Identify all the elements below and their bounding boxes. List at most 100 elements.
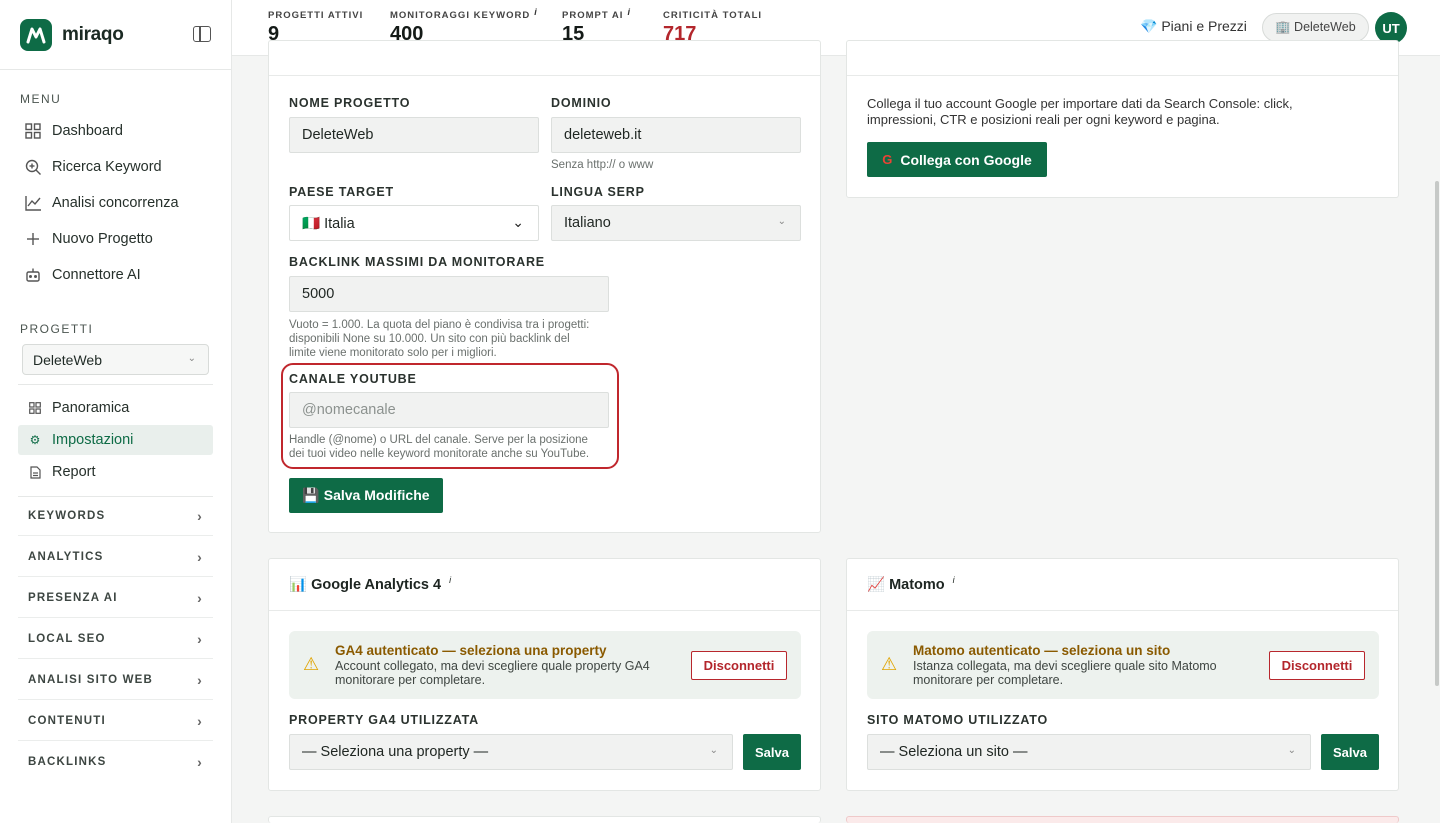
chevron-right-icon: › — [197, 590, 203, 606]
ga4-select-value: — Seleziona una property — — [302, 744, 489, 760]
ga4-alert-title: GA4 autenticato — seleziona una property — [335, 643, 607, 658]
info-icon[interactable]: i — [953, 575, 955, 585]
ga4-card-header: 📊 Google Analytics 4 i — [269, 559, 820, 611]
sidebar-item-dashboard[interactable]: Dashboard — [18, 115, 213, 147]
sidebar-group-analisi-sito-web[interactable]: ANALISI SITO WEB › — [18, 660, 213, 700]
description-line: impressioni, CTR e posizioni reali per o… — [867, 112, 1220, 127]
document-icon — [28, 465, 42, 479]
matomo-save-button[interactable]: Salva — [1321, 734, 1379, 770]
sidebar: miraqo MENU Dashboard Ricerca Keyword An… — [0, 0, 232, 823]
sidebar-item-label: Panoramica — [52, 400, 130, 416]
domain-input[interactable]: deleteweb.it — [551, 117, 801, 153]
brand: miraqo — [0, 0, 231, 70]
matomo-disconnect-button[interactable]: Disconnetti — [1269, 651, 1365, 680]
scrollbar[interactable] — [1434, 56, 1440, 823]
country-select[interactable]: 🇮🇹 Italia ⌄ — [289, 205, 539, 241]
menu-section-label: MENU — [20, 92, 62, 106]
name-label: NOME PROGETTO — [289, 96, 411, 110]
sidebar-item-label: Connettore AI — [52, 267, 141, 283]
chevron-right-icon: › — [197, 631, 203, 647]
plans-pricing-link[interactable]: 💎 Piani e Prezzi — [1140, 18, 1247, 35]
chevron-down-icon: ⌄ — [709, 745, 718, 756]
ga4-alert-text: Account collegato, ma devi scegliere qua… — [335, 659, 675, 687]
country-select-value: 🇮🇹 Italia — [302, 215, 355, 232]
grid-icon — [24, 122, 42, 140]
sidebar-item-impostazioni[interactable]: ⚙ Impostazioni — [18, 425, 213, 455]
plus-icon — [24, 230, 42, 248]
sidebar-item-panoramica[interactable]: Panoramica — [18, 393, 213, 423]
sidebar-group-label: CONTENUTI — [28, 714, 106, 727]
language-label: LINGUA SERP — [551, 185, 645, 199]
search-console-description: Collega il tuo account Google per import… — [867, 96, 1293, 128]
sidebar-group-label: ANALISI SITO WEB — [28, 673, 154, 686]
backlink-input[interactable]: 5000 — [289, 276, 609, 312]
projects-section-label: PROGETTI — [20, 322, 94, 336]
sidebar-group-contenuti[interactable]: CONTENUTI › — [18, 701, 213, 741]
matomo-card-header: 📈 Matomo i — [847, 559, 1398, 611]
matomo-card: 📈 Matomo i ⚠ Matomo autenticato — selezio… — [846, 558, 1399, 791]
chevron-down-icon: ⌄ — [512, 214, 524, 230]
sidebar-item-connettore-ai[interactable]: Connettore AI — [18, 259, 213, 291]
search-plus-icon — [24, 158, 42, 176]
chevron-right-icon: › — [197, 672, 203, 688]
info-icon[interactable]: i — [534, 7, 538, 17]
card-divider — [847, 75, 1398, 76]
google-icon: G — [882, 152, 893, 167]
sidebar-item-ricerca-keyword[interactable]: Ricerca Keyword — [18, 151, 213, 183]
info-icon[interactable]: i — [627, 7, 631, 17]
chevron-right-icon: › — [197, 508, 203, 524]
sidebar-group-analytics[interactable]: ANALYTICS › — [18, 537, 213, 577]
gear-icon: ⚙ — [29, 433, 41, 447]
warning-icon: ⚠ — [881, 654, 898, 674]
divider — [18, 384, 213, 385]
info-icon[interactable]: i — [449, 575, 451, 585]
matomo-select-label: SITO MATOMO UTILIZZATO — [867, 713, 1049, 727]
sidebar-toggle-icon[interactable] — [193, 26, 211, 42]
connect-google-label: Collega con Google — [900, 151, 1032, 168]
sidebar-group-label: LOCAL SEO — [28, 632, 106, 645]
description-line: Collega il tuo account Google per import… — [867, 96, 1293, 111]
stat-label: PROMPT AI — [562, 10, 624, 21]
matomo-title: 📈 Matomo — [867, 577, 945, 593]
backlink-hint: Vuoto = 1.000. La quota del piano è cond… — [289, 318, 589, 360]
matomo-alert-text: Istanza collegata, ma devi scegliere qua… — [913, 659, 1253, 687]
country-label: PAESE TARGET — [289, 185, 394, 199]
alert-line: Istanza collegata, ma devi scegliere qua… — [913, 659, 1217, 673]
sidebar-group-presenza-ai[interactable]: PRESENZA AI › — [18, 578, 213, 618]
ga4-property-select[interactable]: — Seleziona una property — ⌄ — [289, 734, 733, 770]
project-select[interactable]: DeleteWeb ⌄ — [22, 344, 209, 375]
sidebar-group-backlinks[interactable]: BACKLINKS › — [18, 742, 213, 782]
matomo-site-select[interactable]: — Seleziona un sito — ⌄ — [867, 734, 1311, 770]
project-chip[interactable]: 🏢 DeleteWeb — [1262, 13, 1369, 42]
youtube-label: CANALE YOUTUBE — [289, 372, 417, 386]
sidebar-group-keywords[interactable]: KEYWORDS › — [18, 496, 213, 536]
ga4-save-button[interactable]: Salva — [743, 734, 801, 770]
connect-google-button[interactable]: G Collega con Google — [867, 142, 1047, 177]
chevron-right-icon: › — [197, 754, 203, 770]
chevron-right-icon: › — [197, 713, 203, 729]
sidebar-group-local-seo[interactable]: LOCAL SEO › — [18, 619, 213, 659]
ga4-alert: ⚠ GA4 autenticato — seleziona una proper… — [289, 631, 801, 699]
project-settings-card: NOME PROGETTO DeleteWeb DOMINIO deletewe… — [268, 40, 821, 533]
ga4-title: 📊 Google Analytics 4 — [289, 577, 442, 593]
alert-line: Account collegato, ma devi scegliere qua… — [335, 659, 650, 673]
scrollbar-thumb[interactable] — [1435, 181, 1439, 686]
hint-line: Vuoto = 1.000. La quota del piano è cond… — [289, 319, 590, 331]
backlink-label: BACKLINK MASSIMI DA MONITORARE — [289, 255, 545, 269]
grid-small-icon — [28, 401, 42, 415]
sidebar-item-nuovo-progetto[interactable]: Nuovo Progetto — [18, 223, 213, 255]
project-name-input[interactable]: DeleteWeb — [289, 117, 539, 153]
domain-label: DOMINIO — [551, 96, 612, 110]
sidebar-item-label: Report — [52, 464, 96, 480]
chevron-right-icon: › — [197, 549, 203, 565]
card-divider — [269, 75, 820, 76]
language-select[interactable]: Italiano ⌄ — [551, 205, 801, 241]
ga4-disconnect-button[interactable]: Disconnetti — [691, 651, 787, 680]
save-changes-button[interactable]: 💾 Salva Modifiche — [289, 478, 443, 513]
miraqo-logo-icon[interactable] — [20, 18, 52, 51]
alert-line: monitorare per completare. — [335, 673, 486, 687]
youtube-channel-input[interactable]: @nomecanale — [289, 392, 609, 428]
chevron-down-icon: ⌄ — [777, 216, 786, 227]
sidebar-item-analisi-concorrenza[interactable]: Analisi concorrenza — [18, 187, 213, 219]
sidebar-item-report[interactable]: Report — [18, 457, 213, 487]
